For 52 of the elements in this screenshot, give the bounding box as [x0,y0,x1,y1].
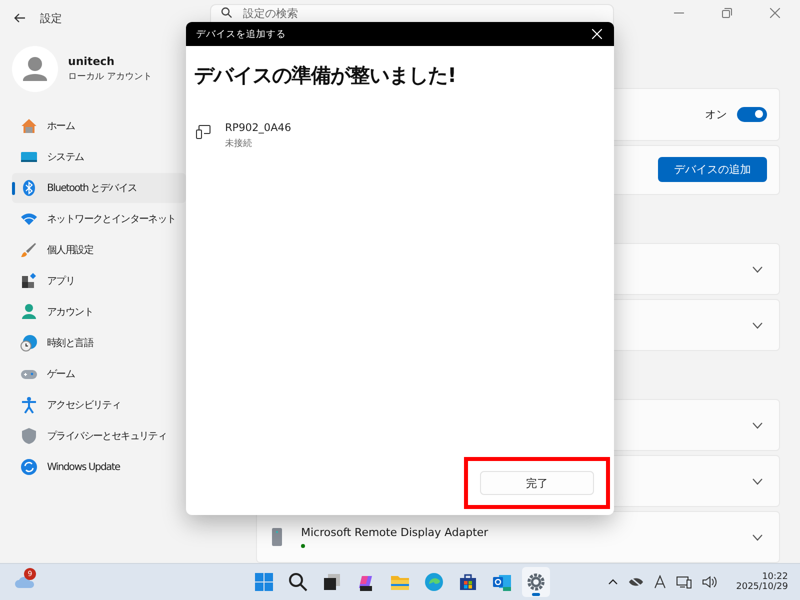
volume-icon[interactable] [702,575,718,589]
back-arrow-icon[interactable] [14,13,26,23]
device-card[interactable]: Microsoft Remote Display Adapter [256,511,780,563]
window-title: 設定 [40,10,62,26]
account-type: ローカル アカウント [68,71,152,83]
network-icon[interactable] [676,575,692,589]
device-name[interactable]: RP902_0A46 [225,122,292,134]
bluetooth-icon [20,179,38,197]
eye-off-icon[interactable] [628,576,644,588]
avatar-icon [12,46,58,92]
time-icon [20,334,38,352]
sidebar-item[interactable]: アクセシビリティ [12,390,186,420]
chevron-icon[interactable] [752,478,763,484]
sidebar-item[interactable]: 個人用設定 [12,235,186,265]
sidebar-item[interactable]: Bluetooth とデバイス [12,173,186,203]
ime-icon[interactable] [654,575,666,589]
account-icon [20,303,38,321]
sidebar-item[interactable]: プライバシーとセキュリティ [12,421,186,451]
sidebar-item[interactable]: ゲーム [12,359,186,389]
accessibility-icon [20,396,38,414]
search-icon [221,7,232,18]
user-name: unitech [68,55,116,68]
chevron-icon[interactable] [752,266,763,272]
sidebar-item[interactable]: Windows Update [12,452,186,482]
settings-taskbar-icon[interactable] [522,567,550,597]
bluetooth-toggle[interactable] [737,106,767,122]
chevron-icon[interactable] [752,534,763,540]
personalize-icon [20,241,38,259]
home-icon [20,117,38,135]
restore-icon[interactable] [722,8,732,18]
sidebar-item[interactable]: ネットワークとインターネット [12,204,186,234]
apps-icon [20,272,38,290]
sidebar-item[interactable]: システム [12,142,186,172]
done-button[interactable]: 完了 [480,471,594,495]
device-status: 未接続 [225,138,253,150]
add-device-button[interactable]: デバイスの追加 [658,157,767,182]
toggle-label: オン [705,106,727,122]
chevron-icon[interactable] [752,422,763,428]
sidebar-item[interactable]: アプリ [12,266,186,296]
devices-icon [196,125,211,139]
sidebar-item[interactable]: 時刻と言語 [12,328,186,358]
chevron-up-icon[interactable] [608,579,618,585]
pc-tower-icon [271,527,283,547]
sidebar-item[interactable]: ホーム [12,111,186,141]
chevron-icon[interactable] [752,322,763,328]
privacy-icon [20,427,38,445]
dialog-heading: デバイスの準備が整いました! [194,62,458,89]
clock[interactable]: 10:22 2025/10/29 [736,572,788,592]
device-name: Microsoft Remote Display Adapter [301,526,488,539]
update-icon [20,458,38,476]
sidebar-item[interactable]: アカウント [12,297,186,327]
cloud-icon[interactable] [14,575,36,589]
